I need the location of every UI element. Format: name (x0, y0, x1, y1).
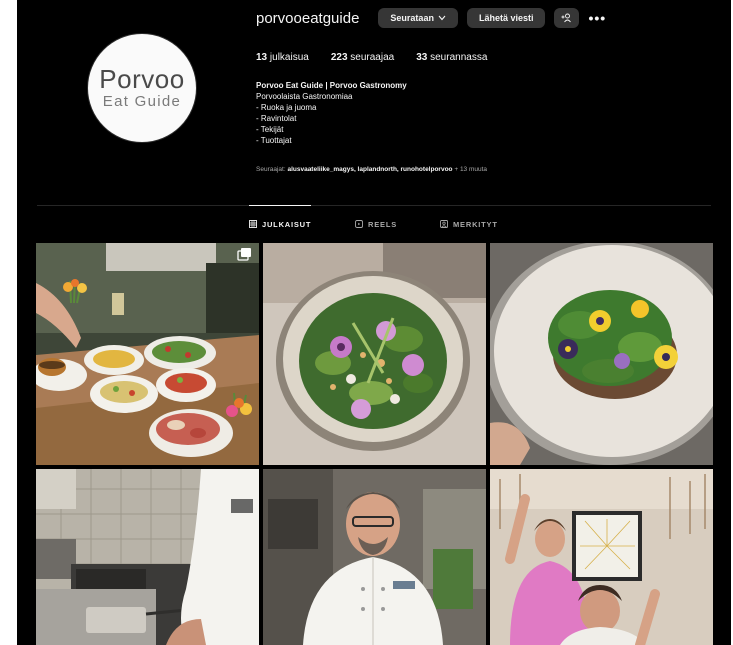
bio-line: - Ruoka ja juoma (256, 103, 317, 112)
tab-tagged-label: MERKITYT (453, 219, 498, 229)
post-thumbnail[interactable] (490, 243, 713, 465)
profile-page: Porvoo Eat Guide porvooeatguide Seurataa… (17, 0, 731, 645)
post-thumbnail[interactable] (36, 469, 259, 645)
reels-icon (355, 220, 363, 228)
posts-count: 13 julkaisua (256, 52, 309, 63)
followed-by-prefix: Seuraajat: (256, 166, 286, 173)
post-image-chef-portrait (263, 469, 486, 645)
bio-line: - Tekijät (256, 125, 284, 134)
add-user-icon (561, 13, 572, 23)
bio-line: Porvoolaista Gastronomiaa (256, 92, 353, 101)
post-image-table-spread (36, 243, 259, 465)
avatar-logo-line2: Eat Guide (102, 92, 182, 110)
grid-icon (249, 220, 257, 228)
post-image-kitchen (36, 469, 259, 645)
profile-stats: 13 julkaisua 223 seuraajaa 33 seurannass… (256, 52, 487, 63)
add-user-button[interactable] (554, 8, 580, 28)
following-button-label: Seurataan (390, 13, 434, 23)
more-options-icon[interactable]: ••• (588, 10, 606, 26)
profile-avatar[interactable]: Porvoo Eat Guide (88, 34, 196, 142)
profile-header-row: porvooeatguide Seurataan Lähetä viesti •… (256, 6, 606, 30)
post-image-plated-dish (490, 243, 713, 465)
post-thumbnail[interactable] (263, 469, 486, 645)
profile-bio: Porvoo Eat Guide | Porvoo Gastronomy Por… (256, 80, 407, 146)
post-image-salad-bowl (263, 243, 486, 465)
chevron-down-icon (438, 15, 446, 21)
followed-by-more: + 13 muuta (454, 166, 488, 173)
following-button[interactable]: Seurataan (378, 8, 458, 28)
following-count[interactable]: 33 seurannassa (416, 52, 487, 63)
followers-count[interactable]: 223 seuraajaa (331, 52, 394, 63)
followed-by-names: alusvaateliike_magys, laplandnorth, runo… (287, 166, 453, 173)
message-button[interactable]: Lähetä viesti (466, 8, 546, 28)
tagged-icon (440, 220, 448, 228)
tab-posts[interactable]: JULKAISUT (249, 205, 312, 242)
message-button-label: Lähetä viesti (478, 13, 534, 23)
tab-tagged[interactable]: MERKITYT (440, 206, 498, 242)
bio-line: - Ravintolat (256, 114, 297, 123)
post-thumbnail[interactable] (263, 243, 486, 465)
tab-reels-label: REELS (368, 219, 398, 229)
profile-tabs: JULKAISUT REELS MERKITYT (17, 205, 731, 242)
bio-line: - Tuottajat (256, 136, 292, 145)
followed-by[interactable]: Seuraajat: alusvaateliike_magys, lapland… (256, 166, 487, 173)
bio-name: Porvoo Eat Guide | Porvoo Gastronomy (256, 81, 407, 90)
post-thumbnail[interactable] (490, 469, 713, 645)
post-thumbnail[interactable] (36, 243, 259, 465)
tab-reels[interactable]: REELS (355, 206, 397, 242)
avatar-logo-line1: Porvoo (99, 63, 185, 94)
profile-username[interactable]: porvooeatguide (256, 10, 359, 27)
post-image-award (490, 469, 713, 645)
tab-posts-label: JULKAISUT (262, 219, 312, 229)
